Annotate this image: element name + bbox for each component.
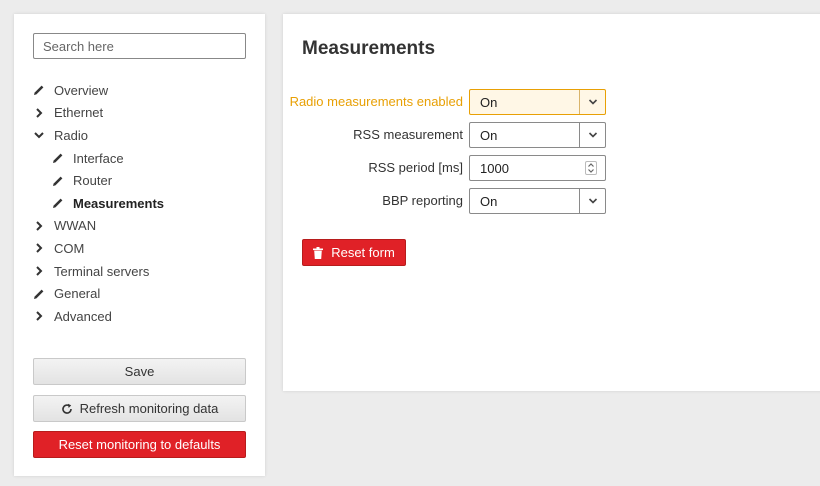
refresh-icon xyxy=(61,403,73,415)
sidebar-item-interface[interactable]: Interface xyxy=(32,147,252,170)
select-value: On xyxy=(480,127,498,143)
reset-defaults-label: Reset monitoring to defaults xyxy=(58,437,221,452)
sidebar-item-label: Radio xyxy=(54,127,88,143)
sidebar-item-label: Terminal servers xyxy=(54,263,150,279)
chevron-down-icon xyxy=(32,128,46,142)
save-button-label: Save xyxy=(124,364,155,379)
refresh-button-label: Refresh monitoring data xyxy=(79,401,219,416)
chevron-right-icon xyxy=(32,264,46,278)
input-value: 1000 xyxy=(480,160,509,176)
field-radio-measurements: Radio measurements enabled On xyxy=(283,89,613,115)
sidebar-item-ethernet[interactable]: Ethernet xyxy=(32,102,252,125)
field-label: RSS measurement xyxy=(353,127,463,142)
sidebar-item-label: COM xyxy=(54,240,85,256)
chevron-down-icon xyxy=(579,123,605,147)
pencil-icon xyxy=(32,83,46,97)
sidebar-item-measurements[interactable]: Measurements xyxy=(32,192,252,215)
select-value: On xyxy=(480,94,498,110)
reset-monitoring-defaults-button[interactable]: Reset monitoring to defaults xyxy=(33,431,246,458)
sidebar-item-label: Ethernet xyxy=(54,105,104,121)
rss-period-input[interactable]: 1000 xyxy=(469,155,606,181)
save-button[interactable]: Save xyxy=(33,358,246,385)
sidebar-item-radio[interactable]: Radio xyxy=(32,124,252,147)
trash-icon xyxy=(313,246,324,259)
rss-measurement-select[interactable]: On xyxy=(469,122,606,148)
chevron-down-icon xyxy=(579,90,605,114)
sidebar-item-label: Router xyxy=(73,173,113,189)
field-label: Radio measurements enabled xyxy=(289,94,463,109)
main-panel: Measurements Radio measurements enabled … xyxy=(283,14,820,391)
pencil-icon xyxy=(32,287,46,301)
radio-measurements-select[interactable]: On xyxy=(469,89,606,115)
field-rss-period: RSS period [ms] 1000 xyxy=(283,155,613,181)
bbp-reporting-select[interactable]: On xyxy=(469,188,606,214)
sidebar-item-router[interactable]: Router xyxy=(32,169,252,192)
sidebar-item-label: Advanced xyxy=(54,308,112,324)
search-input[interactable] xyxy=(33,33,246,59)
sidebar-item-label: Interface xyxy=(73,150,124,166)
sidebar-item-overview[interactable]: Overview xyxy=(32,79,252,102)
chevron-right-icon xyxy=(32,106,46,120)
field-bbp-reporting: BBP reporting On xyxy=(283,188,613,214)
sidebar-item-terminal-servers[interactable]: Terminal servers xyxy=(32,260,252,283)
pencil-icon xyxy=(51,196,65,210)
nav-tree: Overview Ethernet Radio Interface Router xyxy=(32,79,252,328)
stepper-icon[interactable] xyxy=(585,161,597,175)
sidebar-item-label: General xyxy=(54,286,101,302)
select-value: On xyxy=(480,193,498,209)
chevron-right-icon xyxy=(32,309,46,323)
chevron-right-icon xyxy=(32,241,46,255)
page-title: Measurements xyxy=(302,38,436,59)
chevron-down-icon xyxy=(579,189,605,213)
sidebar-item-wwan[interactable]: WWAN xyxy=(32,215,252,238)
field-label: RSS period [ms] xyxy=(368,160,463,175)
sidebar-item-label: Measurements xyxy=(73,195,165,211)
sidebar: Overview Ethernet Radio Interface Router xyxy=(14,14,265,476)
pencil-icon xyxy=(51,174,65,188)
chevron-right-icon xyxy=(32,219,46,233)
sidebar-item-label: WWAN xyxy=(54,218,97,234)
sidebar-item-general[interactable]: General xyxy=(32,282,252,305)
pencil-icon xyxy=(51,151,65,165)
refresh-monitoring-button[interactable]: Refresh monitoring data xyxy=(33,395,246,422)
sidebar-item-com[interactable]: COM xyxy=(32,237,252,260)
field-label: BBP reporting xyxy=(382,193,463,208)
sidebar-item-advanced[interactable]: Advanced xyxy=(32,305,252,328)
field-rss-measurement: RSS measurement On xyxy=(283,122,613,148)
sidebar-item-label: Overview xyxy=(54,82,109,98)
reset-form-label: Reset form xyxy=(331,245,395,260)
reset-form-button[interactable]: Reset form xyxy=(302,239,406,266)
